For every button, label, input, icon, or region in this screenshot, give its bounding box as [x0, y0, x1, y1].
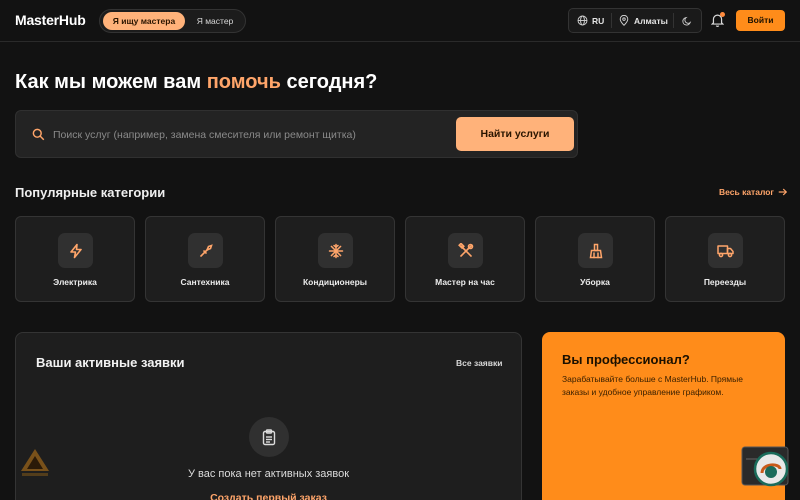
notification-badge — [720, 12, 725, 17]
title-part: Как мы можем вам — [15, 71, 207, 93]
role-client-button[interactable]: Я ищу мастера — [103, 12, 185, 30]
pro-description: Зарабатывайте больше с MasterHub. Прямые… — [562, 374, 743, 397]
search-input[interactable]: Поиск услуг (например, замена смесителя … — [53, 129, 356, 141]
header-controls: RU Алматы — [568, 8, 702, 33]
category-label: Мастер на час — [435, 277, 495, 287]
globe-icon — [577, 15, 588, 26]
watermark-logo-icon — [21, 449, 49, 476]
city-selector[interactable]: Алматы — [619, 9, 668, 32]
empty-state-icon-box — [249, 417, 289, 457]
category-label: Кондиционеры — [302, 277, 368, 287]
category-icon-box — [188, 233, 223, 268]
clipboard-icon — [262, 428, 276, 445]
category-card-electrics[interactable]: Электрика — [15, 216, 135, 302]
search-button[interactable]: Найти услуги — [456, 117, 574, 151]
category-label: Переезды — [703, 277, 747, 287]
active-requests-panel: Ваши активные заявки Все заявки У вас по… — [15, 332, 522, 500]
create-order-link[interactable]: Создать первый заказ — [16, 492, 521, 500]
category-label: Электрика — [53, 277, 97, 287]
top-header: MasterHub Я ищу мастера Я мастер RU Алма… — [0, 0, 800, 42]
support-chat-icon[interactable] — [740, 445, 790, 490]
category-card-plumbing[interactable]: Сантехника — [145, 216, 265, 302]
wrench-icon — [199, 243, 213, 257]
theme-toggle[interactable] — [682, 9, 692, 32]
category-icon-box — [448, 233, 483, 268]
category-label: Сантехника — [180, 277, 230, 287]
city-label: Алматы — [634, 15, 668, 26]
arrow-right-icon — [778, 188, 787, 196]
divider — [673, 13, 674, 28]
category-icon-box — [318, 233, 353, 268]
empty-state-text: У вас пока нет активных заявок — [187, 468, 350, 480]
search-bar: Поиск услуг (например, замена смесителя … — [15, 110, 578, 158]
category-card-cleaning[interactable]: Уборка — [535, 216, 655, 302]
categories-title: Популярные категории — [15, 185, 166, 200]
title-part: сегодня? — [280, 71, 378, 93]
tools-icon — [457, 242, 473, 257]
broom-icon — [589, 243, 602, 258]
moon-icon — [682, 16, 692, 25]
login-button[interactable]: Войти — [736, 10, 785, 31]
category-label: Уборка — [580, 277, 610, 287]
all-requests-link[interactable]: Все заявки — [456, 358, 502, 368]
language-selector[interactable]: RU — [577, 9, 604, 32]
page-title: Как мы можем вам помочь сегодня? — [15, 71, 377, 94]
search-icon — [32, 128, 45, 141]
category-card-handyman[interactable]: Мастер на час — [405, 216, 525, 302]
language-label: RU — [592, 15, 605, 26]
bolt-icon — [69, 243, 82, 258]
truck-icon — [717, 245, 734, 258]
category-icon-box — [708, 233, 743, 268]
snowflake-icon — [328, 243, 343, 258]
category-icon-box — [578, 233, 613, 268]
category-icon-box — [58, 233, 93, 268]
location-pin-icon — [619, 15, 629, 26]
title-accent: помочь — [206, 71, 281, 93]
catalog-link-label: Весь каталог — [719, 187, 774, 197]
category-card-conditioners[interactable]: Кондиционеры — [275, 216, 395, 302]
role-master-button[interactable]: Я мастер — [188, 12, 242, 30]
divider — [611, 13, 612, 28]
logo[interactable]: MasterHub — [15, 12, 86, 28]
role-switch: Я ищу мастера Я мастер — [99, 9, 246, 33]
category-card-moving[interactable]: Переезды — [665, 216, 785, 302]
catalog-link[interactable]: Весь каталог — [719, 187, 787, 197]
pro-title: Вы профессионал? — [562, 352, 690, 367]
requests-title: Ваши активные заявки — [36, 355, 185, 370]
